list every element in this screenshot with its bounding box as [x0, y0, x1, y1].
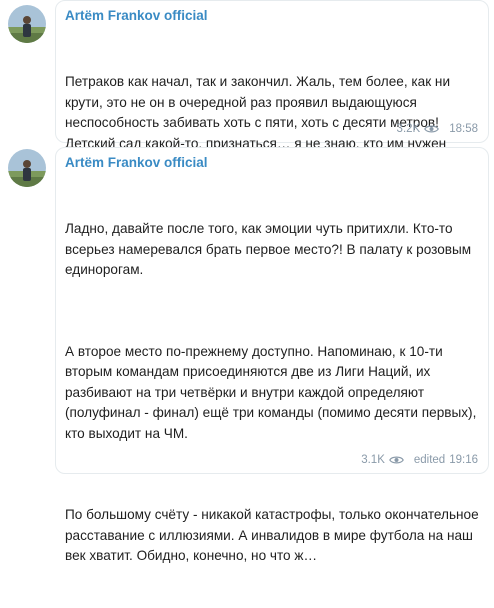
- message-meta: 3.2K 18:58: [397, 122, 478, 136]
- message-time: 18:58: [449, 123, 478, 135]
- eye-icon: [424, 124, 440, 134]
- message-meta: 3.1K edited 19:16: [361, 453, 478, 467]
- author-name[interactable]: Artëm Frankov official: [65, 154, 480, 172]
- message-paragraph: Ладно, давайте после того, как эмоции чу…: [65, 221, 475, 277]
- view-count: 3.2K: [396, 123, 421, 135]
- message-text: Ладно, давайте после того, как эмоции чу…: [65, 178, 480, 608]
- edited-label: edited: [413, 454, 446, 466]
- message-bubble: Artëm Frankov official Петраков как нача…: [55, 0, 489, 151]
- avatar-photo-icon: [8, 5, 46, 43]
- view-count: 3.1K: [361, 454, 385, 466]
- avatar[interactable]: [8, 5, 46, 43]
- avatar[interactable]: [8, 149, 46, 187]
- message-paragraph: По большому счёту - никакой катастрофы, …: [65, 507, 483, 563]
- message-time: 19:16: [449, 454, 478, 466]
- message-paragraph: А второе место по-прежнему доступно. Нап…: [65, 343, 481, 441]
- message-bubble: Artëm Frankov official Ладно, давайте по…: [55, 147, 489, 563]
- avatar-photo-icon: [8, 149, 46, 187]
- author-name[interactable]: Artëm Frankov official: [65, 7, 480, 25]
- message-paragraph: Петраков как начал, так и закончил. Жаль…: [65, 74, 454, 151]
- eye-icon: [388, 455, 404, 465]
